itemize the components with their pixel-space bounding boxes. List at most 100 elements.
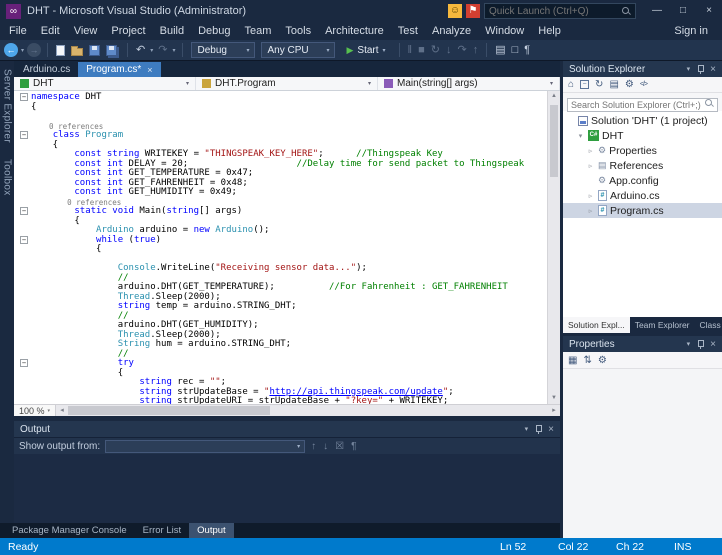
step-over-icon[interactable]: ↷	[455, 43, 468, 57]
goto-next-message-icon[interactable]: ↓	[322, 441, 329, 452]
type-dropdown[interactable]: DHT.Program ▾	[196, 77, 378, 90]
side-tab-toolbox[interactable]: Toolbox	[1, 151, 14, 204]
navigate-back-icon[interactable]: ←	[4, 43, 18, 57]
document-tab-program-cs[interactable]: Program.cs* ×	[78, 62, 161, 77]
alphabetical-icon[interactable]: ⇅	[583, 355, 591, 366]
window-position-icon[interactable]: ▾	[525, 425, 529, 433]
goto-previous-message-icon[interactable]: ↑	[310, 441, 317, 452]
menu-item-tools[interactable]: Tools	[278, 23, 318, 39]
fold-collapse-icon[interactable]: −	[20, 235, 28, 244]
menu-item-test[interactable]: Test	[391, 23, 425, 39]
expanded-arrow-icon[interactable]: ▾	[576, 132, 585, 140]
properties-icon[interactable]: ⚙	[625, 79, 634, 90]
output-content[interactable]	[14, 454, 560, 523]
tree-item-solution-dht-1-project[interactable]: Solution 'DHT' (1 project)	[563, 113, 722, 128]
undo-dropdown-icon[interactable]: ▾	[150, 47, 153, 54]
fold-collapse-icon[interactable]: −	[20, 207, 28, 215]
save-icon[interactable]	[89, 44, 101, 56]
feedback-icon[interactable]: ☺	[448, 4, 462, 18]
panel-tab-package-manager-console[interactable]: Package Manager Console	[4, 523, 135, 538]
scroll-right-icon[interactable]: ▸	[548, 405, 560, 416]
solution-explorer-search-input[interactable]	[567, 98, 718, 112]
find-in-files-icon[interactable]: ▤	[493, 43, 507, 57]
start-debugging-button[interactable]: ▶ Start ▾	[339, 45, 392, 56]
stop-debugging-icon[interactable]: ■	[416, 43, 427, 57]
refresh-icon[interactable]: ↻	[595, 79, 603, 90]
home-icon[interactable]: ⌂	[568, 79, 574, 90]
scroll-left-icon[interactable]: ◂	[56, 405, 68, 416]
zoom-dropdown[interactable]: 100 % ▾	[14, 405, 57, 416]
panel-tab-team-explorer[interactable]: Team Explorer	[630, 317, 695, 333]
undo-icon[interactable]: ↶	[134, 43, 147, 57]
open-file-icon[interactable]	[71, 45, 84, 56]
toggle-word-wrap-icon[interactable]: ¶	[350, 441, 357, 452]
show-all-files-icon[interactable]: ▤	[609, 79, 618, 90]
close-panel-icon[interactable]: ×	[548, 424, 554, 435]
code-editor[interactable]: − namespace DHT{ 0 references − class Prog…	[14, 91, 560, 404]
break-all-icon[interactable]: ‖	[406, 43, 415, 57]
collapsed-arrow-icon[interactable]: ▹	[586, 162, 595, 170]
menu-item-project[interactable]: Project	[104, 23, 152, 39]
step-out-icon[interactable]: ↑	[471, 43, 481, 57]
restart-icon[interactable]: ↻	[429, 43, 442, 57]
clear-all-output-icon[interactable]: ☒	[334, 441, 345, 452]
fold-collapse-icon[interactable]: −	[20, 131, 28, 139]
horizontal-scroll-track[interactable]	[68, 405, 548, 416]
fold-collapse-icon[interactable]: −	[20, 93, 28, 101]
view-code-icon[interactable]: </>	[640, 81, 648, 88]
side-tab-server-explorer[interactable]: Server Explorer	[1, 61, 14, 151]
redo-icon[interactable]: ↷	[156, 43, 169, 57]
menu-item-edit[interactable]: Edit	[34, 23, 67, 39]
categorized-icon[interactable]: ▦	[568, 355, 577, 366]
collapsed-arrow-icon[interactable]: ▹	[586, 207, 595, 215]
tree-item-dht[interactable]: ▾ C# DHT	[563, 128, 722, 143]
panel-tab-class-view[interactable]: Class View	[695, 317, 722, 333]
panel-tab-output[interactable]: Output	[189, 523, 234, 538]
window-position-icon[interactable]: ▾	[687, 65, 691, 73]
tree-item-properties[interactable]: ▹ ⚙ Properties	[563, 143, 722, 158]
editor-vertical-scrollbar[interactable]: ▲ ▼	[547, 91, 560, 404]
solution-platforms-dropdown[interactable]: Any CPU ▾	[261, 42, 336, 58]
tree-item-arduino-cs[interactable]: ▹ # Arduino.cs	[563, 188, 722, 203]
new-file-icon[interactable]	[56, 44, 66, 56]
panel-tab-solution-expl[interactable]: Solution Expl...	[563, 317, 630, 333]
project-dropdown[interactable]: DHT ▾	[14, 77, 196, 90]
sign-in-button[interactable]: Sign in	[662, 25, 720, 37]
menu-item-view[interactable]: View	[67, 23, 105, 39]
member-dropdown[interactable]: Main(string[] args) ▾	[378, 77, 560, 90]
navigate-forward-icon[interactable]: →	[27, 43, 42, 57]
save-all-icon[interactable]	[106, 44, 118, 56]
close-button[interactable]: ×	[696, 2, 722, 20]
pin-icon[interactable]	[696, 64, 705, 74]
collapsed-arrow-icon[interactable]: ▹	[586, 147, 595, 155]
menu-item-analyze[interactable]: Analyze	[425, 23, 478, 39]
solution-configurations-dropdown[interactable]: Debug ▾	[191, 42, 256, 58]
close-panel-icon[interactable]: ×	[710, 339, 716, 350]
fold-collapse-icon[interactable]: −	[20, 359, 28, 367]
close-panel-icon[interactable]: ×	[710, 64, 716, 75]
step-into-icon[interactable]: ↓	[444, 43, 454, 57]
menu-item-help[interactable]: Help	[531, 23, 568, 39]
pin-icon[interactable]	[696, 339, 705, 349]
menu-item-file[interactable]: File	[2, 23, 34, 39]
menu-item-window[interactable]: Window	[478, 23, 531, 39]
maximize-button[interactable]: □	[670, 2, 696, 20]
pin-icon[interactable]	[534, 424, 543, 434]
menu-item-team[interactable]: Team	[238, 23, 279, 39]
minimize-button[interactable]: —	[644, 2, 670, 20]
collapsed-arrow-icon[interactable]: ▹	[586, 192, 595, 200]
window-position-icon[interactable]: ▾	[687, 340, 691, 348]
notifications-icon[interactable]: ⚑	[466, 4, 480, 18]
navigate-back-dropdown-icon[interactable]: ▾	[21, 47, 24, 54]
bookmark-icon[interactable]: □	[510, 43, 521, 57]
document-tab-arduino-cs[interactable]: Arduino.cs	[15, 62, 78, 77]
quick-launch-input[interactable]	[489, 5, 622, 17]
collapse-all-icon[interactable]: −	[580, 80, 590, 89]
vertical-scroll-thumb[interactable]	[550, 105, 558, 177]
property-pages-icon[interactable]: ⚙	[598, 355, 607, 366]
menu-item-debug[interactable]: Debug	[191, 23, 237, 39]
horizontal-scroll-thumb[interactable]	[68, 406, 270, 415]
redo-dropdown-icon[interactable]: ▾	[172, 47, 175, 54]
scroll-up-icon[interactable]: ▲	[548, 91, 560, 102]
menu-item-build[interactable]: Build	[153, 23, 191, 39]
